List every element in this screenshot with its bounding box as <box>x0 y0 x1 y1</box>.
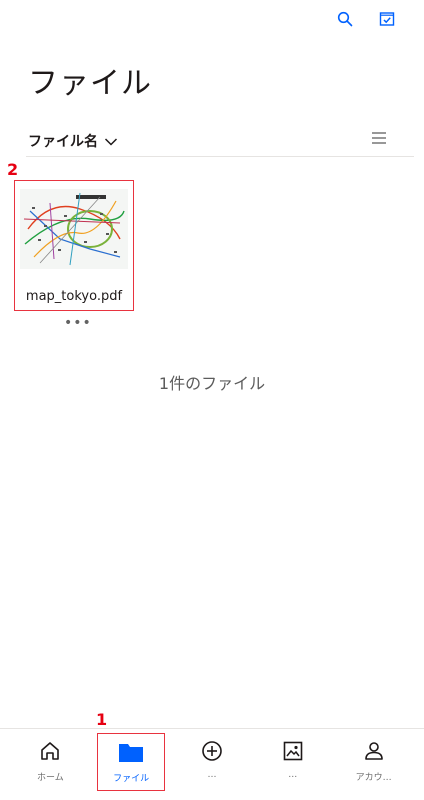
annotation-number-2: 2 <box>7 160 19 179</box>
annotation-number-1: 1 <box>96 710 108 729</box>
page-title: ファイル <box>28 66 152 101</box>
top-actions <box>334 8 398 30</box>
nav-add[interactable]: … <box>178 733 246 791</box>
folder-icon <box>118 739 144 765</box>
tokyo-rail-map-thumbnail <box>20 189 128 269</box>
sort-dropdown[interactable]: ファイル名 <box>28 131 118 151</box>
nav-account[interactable]: アカウ… <box>340 733 408 791</box>
select-checkbox-icon[interactable] <box>376 8 398 30</box>
list-view-icon[interactable] <box>370 130 390 150</box>
home-icon <box>37 738 63 764</box>
nav-label: … <box>288 770 298 780</box>
chevron-down-icon <box>104 132 118 151</box>
file-count: 1件のファイル <box>158 374 266 393</box>
nav-files[interactable]: ファイル <box>97 733 166 791</box>
search-icon[interactable] <box>334 8 356 30</box>
nav-label: ホーム <box>37 773 64 783</box>
file-name: map_tokyo.pdf <box>25 289 123 304</box>
add-circle-icon <box>199 738 225 764</box>
nav-label: … <box>207 770 217 780</box>
nav-label: アカウ… <box>355 773 392 783</box>
account-icon <box>361 738 387 764</box>
file-item[interactable]: map_tokyo.pdf <box>14 180 134 311</box>
nav-home[interactable]: ホーム <box>16 733 84 791</box>
sort-bar: ファイル名 <box>26 130 414 157</box>
sort-label: ファイル名 <box>28 134 98 150</box>
bottom-nav: ホーム ファイル … … アカウ… <box>0 728 424 800</box>
file-more-options-icon[interactable]: ••• <box>64 316 91 330</box>
nav-photos[interactable]: … <box>259 733 327 791</box>
photos-icon <box>280 738 306 764</box>
nav-label: ファイル <box>113 774 150 784</box>
